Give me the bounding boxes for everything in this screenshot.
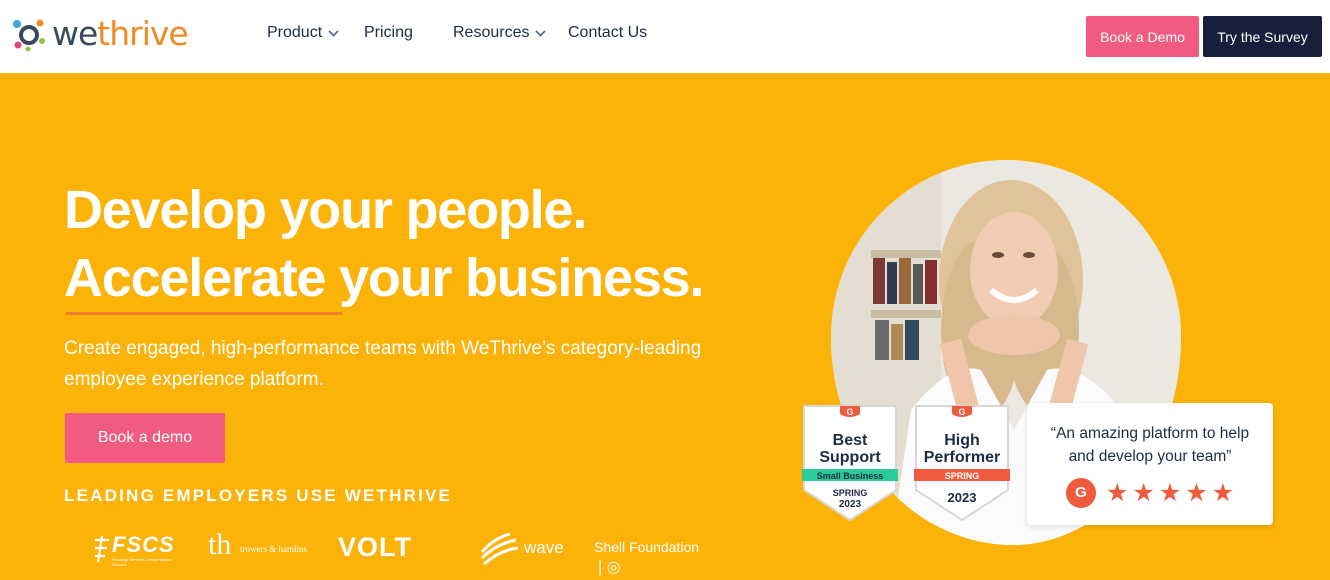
wethrive-logo[interactable]: wethrive [10, 14, 189, 54]
nav-resources-label: Resources [453, 24, 530, 41]
fscs-subtitle: Financial Services Compensation Scheme [112, 557, 172, 567]
chevron-down-icon [535, 24, 547, 42]
star-icon: ★ [1105, 479, 1129, 507]
star-icon: ★ [1132, 479, 1155, 507]
wave-logo: wave [480, 528, 575, 568]
th-monogram: th [208, 528, 232, 561]
logo-we: we [52, 14, 98, 53]
nav-product-label: Product [267, 24, 323, 41]
nav-contact-us[interactable]: Contact Us [568, 24, 647, 42]
wave-wordmark: wave [524, 538, 564, 557]
hero-headline: Develop your people. Accelerate your bus… [64, 176, 705, 312]
headline-line-1: Develop your people. [64, 180, 587, 240]
nav-resources[interactable]: Resources [453, 24, 547, 42]
volt-logo: VOLT [338, 532, 412, 562]
nav-pricing-label: Pricing [364, 24, 413, 41]
shell-icon: | ◎ [598, 559, 621, 576]
g2-logo-icon: G [1065, 478, 1096, 508]
wave-icon [480, 532, 519, 566]
logo-wordmark: wethrive [52, 14, 189, 54]
shell-wordmark: Shell Foundation [594, 539, 700, 555]
star-icon: ★ [1211, 479, 1235, 507]
rating-stars: G ★ ★ ★ ★ ★ [1027, 478, 1273, 508]
badge-hp-ribbon: SPRING [944, 471, 980, 481]
star-icon: ★ [1158, 479, 1182, 507]
badge-best-line2: Support [819, 449, 881, 466]
th-name: trowers & hamlins [240, 544, 307, 554]
nav-product[interactable]: Product [267, 24, 339, 42]
headline-line-2: Accelerate your business. [64, 248, 705, 308]
headline-underline [66, 312, 342, 315]
badge-best-season: SPRING [832, 488, 868, 498]
logo-mark-icon [10, 15, 48, 53]
shell-foundation-logo: Shell Foundation | ◎ [594, 539, 724, 576]
svg-text:G: G [958, 407, 965, 417]
badge-best-ribbon: Small Business [816, 471, 884, 481]
trowers-hamlins-logo: th trowers & hamlins [208, 528, 318, 568]
g2-best-support-badge: G Best Support Small Business SPRING 202… [798, 404, 902, 522]
badge-hp-line2: Performer [923, 449, 1001, 466]
review-quote: “An amazing platform to help and develop… [1050, 425, 1250, 465]
top-nav: wethrive Product Pricing Resources Conta… [0, 0, 1330, 73]
badge-best-year: 2023 [838, 499, 862, 510]
chevron-down-icon [328, 24, 339, 42]
review-quote-card: “An amazing platform to help and develop… [1027, 403, 1273, 525]
hero-book-demo-button[interactable]: Book a demo [65, 413, 225, 463]
nav-contact-label: Contact Us [568, 24, 648, 41]
nav-pricing[interactable]: Pricing [364, 24, 413, 42]
badge-best-line1: Best [832, 432, 868, 449]
g2-high-performer-badge: G High Performer SPRING 2023 [910, 404, 1014, 522]
star-icon: ★ [1185, 479, 1208, 507]
book-a-demo-button[interactable]: Book a Demo [1086, 16, 1199, 57]
try-the-survey-button[interactable]: Try the Survey [1203, 16, 1322, 57]
svg-text:G: G [846, 407, 853, 417]
leading-employers-heading: LEADING EMPLOYERS USE WETHRIVE [64, 486, 453, 505]
badge-hp-year: 2023 [947, 490, 977, 505]
badge-hp-line1: High [944, 432, 980, 449]
hero-subtext: Create engaged, high-performance teams w… [64, 338, 702, 390]
fscs-wordmark: FSCS [112, 532, 175, 557]
logo-thrive: thrive [97, 14, 188, 53]
fscs-logo: FSCS Financial Services Compensation Sch… [92, 530, 175, 567]
